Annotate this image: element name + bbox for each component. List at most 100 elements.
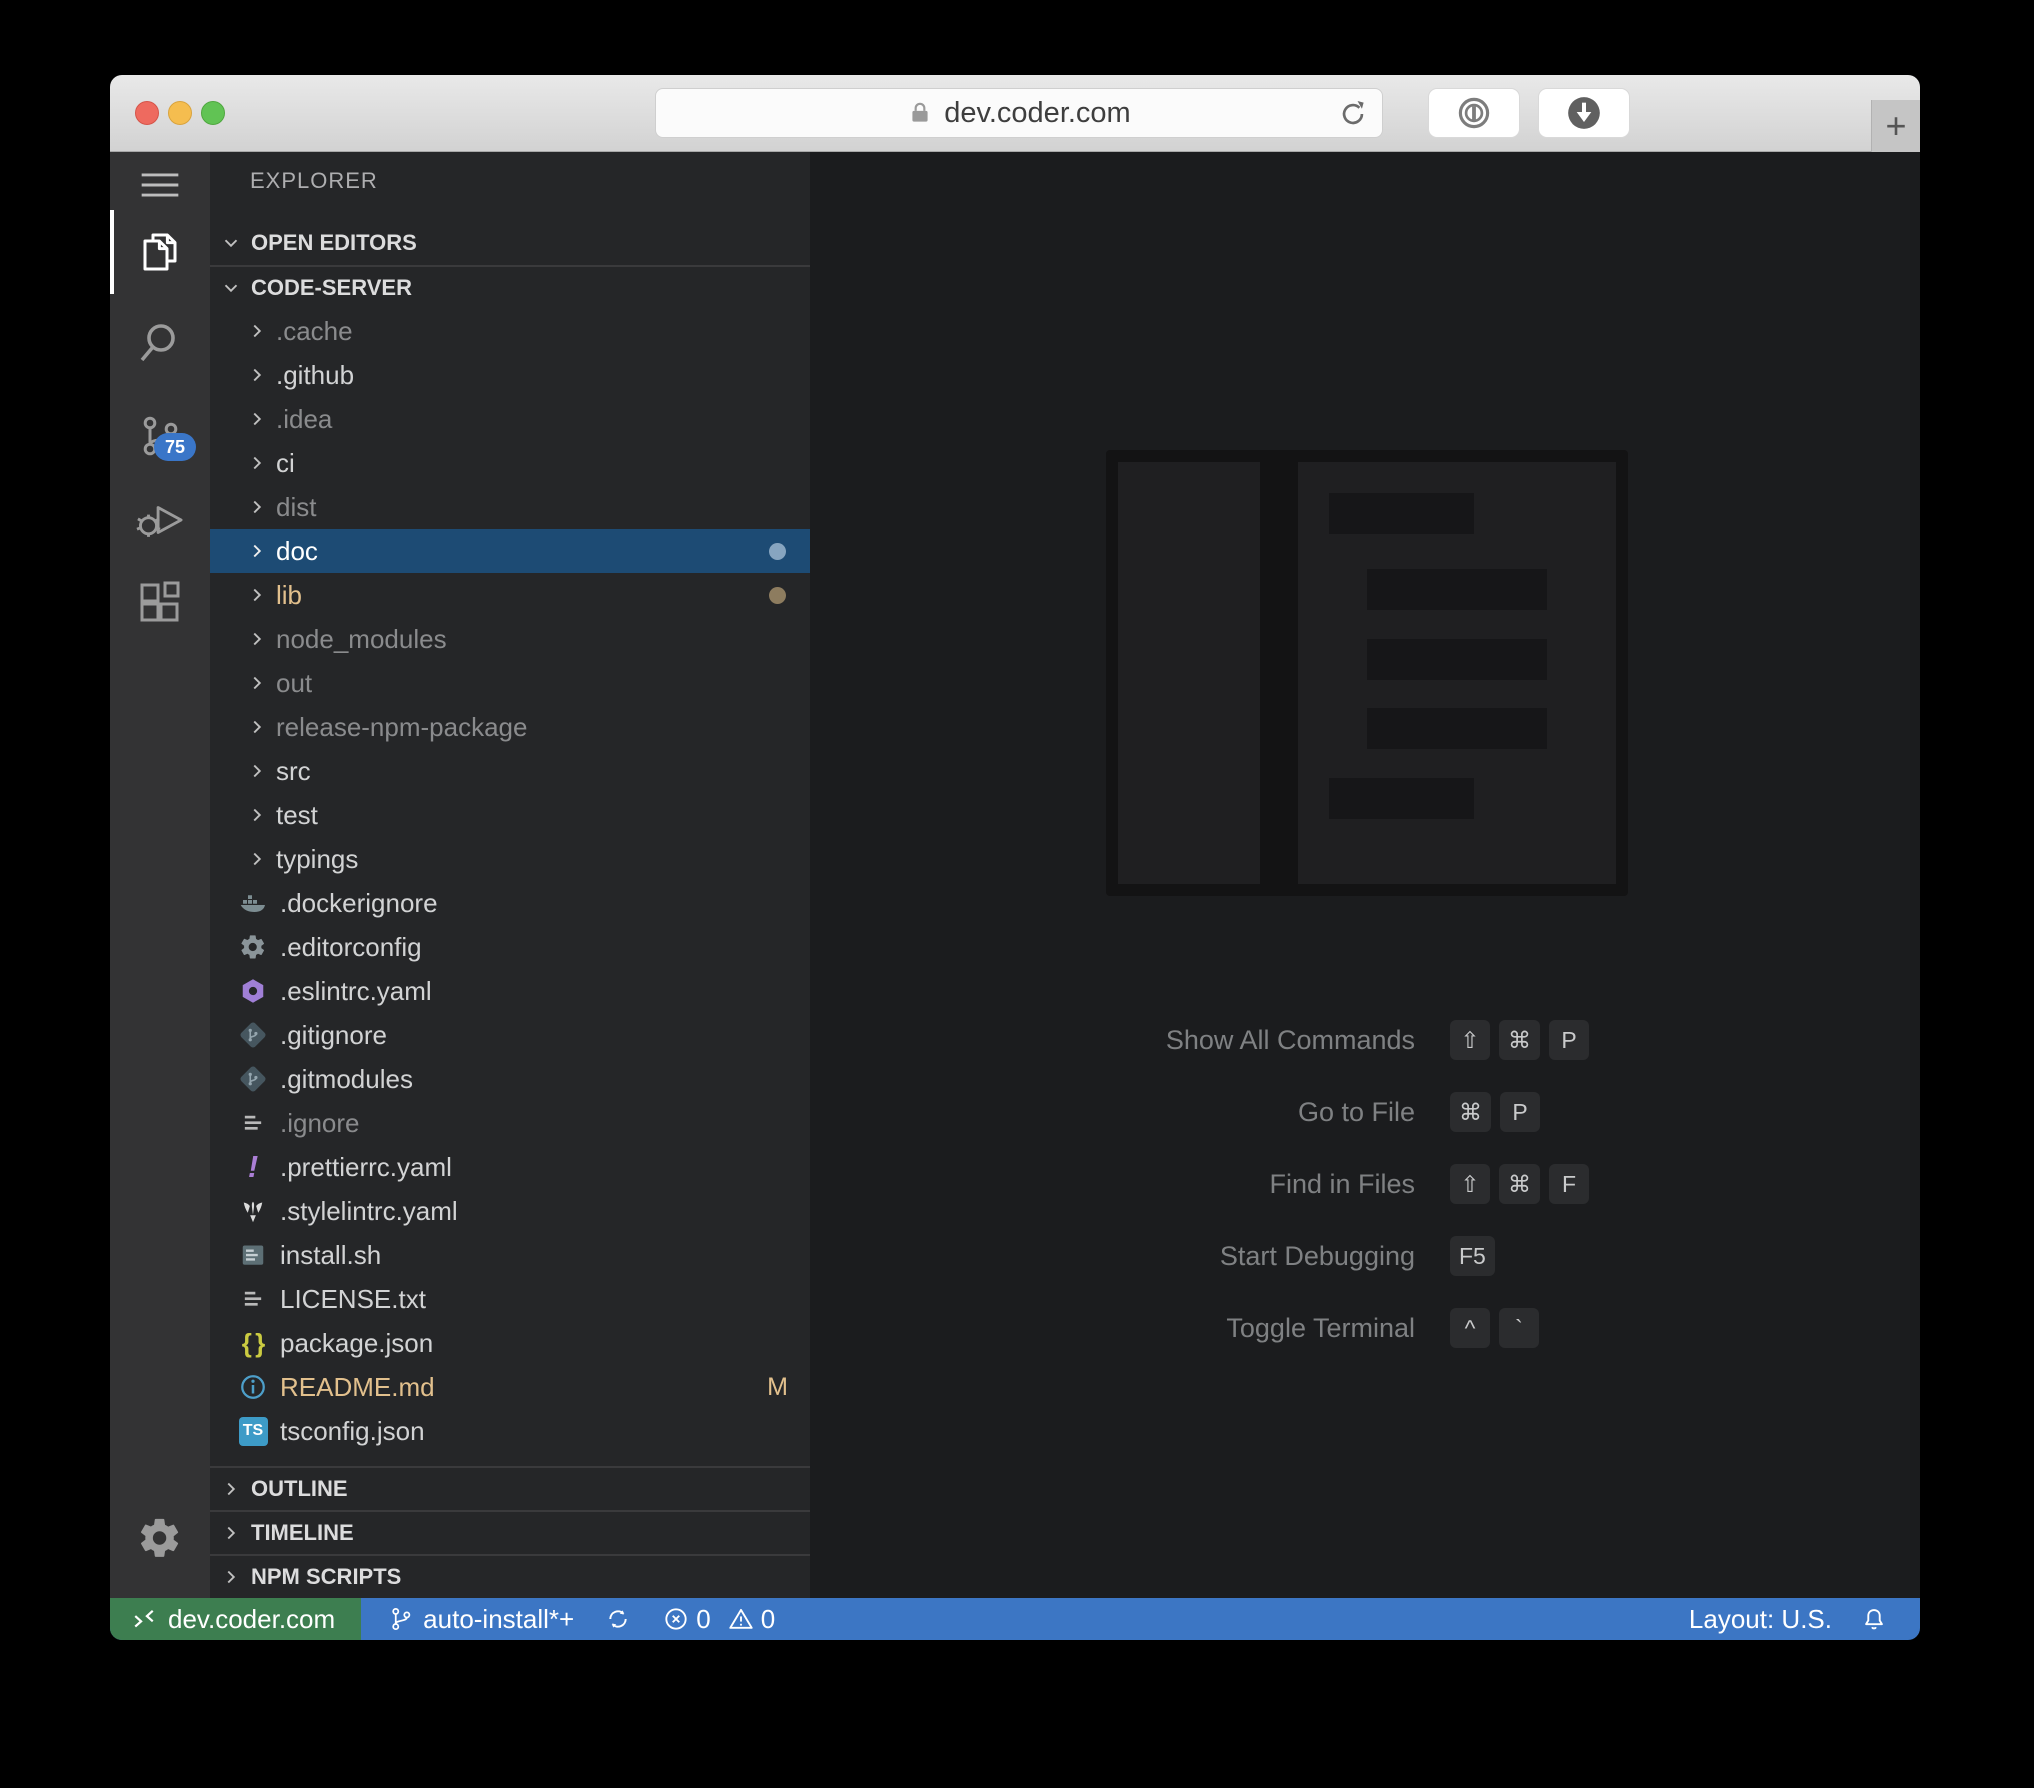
sync-button[interactable] (604, 1605, 632, 1633)
tree-item-test[interactable]: test (210, 793, 810, 837)
menu-button[interactable] (110, 158, 210, 212)
tree-item-.prettierrc.yaml[interactable]: ! .prettierrc.yaml (210, 1145, 810, 1189)
tree-item-label: tsconfig.json (280, 1415, 425, 1446)
warning-icon (727, 1605, 755, 1633)
section-outline[interactable]: OUTLINE (210, 1466, 810, 1510)
tree-item-label: .gitmodules (280, 1063, 413, 1094)
shortcut-keys: F5 (1450, 1236, 1495, 1276)
new-tab-button[interactable]: + (1871, 100, 1920, 152)
traffic-lights (135, 101, 225, 125)
downloads-button[interactable] (1538, 88, 1630, 138)
docker-icon (238, 888, 268, 918)
tree-item-src[interactable]: src (210, 749, 810, 793)
remote-host-label: dev.coder.com (168, 1603, 336, 1634)
tree-item-.gitmodules[interactable]: .gitmodules (210, 1057, 810, 1101)
chevron-right-icon (246, 540, 268, 562)
ts-icon: TS (238, 1416, 268, 1446)
error-icon (662, 1605, 690, 1633)
manage-button[interactable] (110, 1496, 210, 1580)
tree-item-.stylelintrc.yaml[interactable]: .stylelintrc.yaml (210, 1189, 810, 1233)
tree-item-LICENSE.txt[interactable]: LICENSE.txt (210, 1277, 810, 1321)
git-branch-item[interactable]: auto-install*+ (387, 1604, 574, 1635)
tree-item-lib[interactable]: lib (210, 573, 810, 617)
tree-item-node_modules[interactable]: node_modules (210, 617, 810, 661)
remote-icon (130, 1605, 158, 1633)
git-icon (238, 1020, 268, 1050)
tree-item-typings[interactable]: typings (210, 837, 810, 881)
tree-item-ci[interactable]: ci (210, 441, 810, 485)
chevron-right-icon (220, 1522, 242, 1544)
tree-item-dist[interactable]: dist (210, 485, 810, 529)
error-count: 0 (696, 1603, 711, 1634)
section-timeline[interactable]: TIMELINE (210, 1510, 810, 1554)
bell-icon[interactable] (1860, 1605, 1888, 1633)
remote-indicator[interactable]: dev.coder.com (110, 1598, 362, 1640)
tree-item-README.md[interactable]: README.md M (210, 1365, 810, 1409)
keycap: ^ (1450, 1308, 1490, 1348)
keycap: ⌘ (1499, 1020, 1540, 1060)
keycap: ⌘ (1499, 1164, 1540, 1204)
zoom-window-button[interactable] (201, 101, 225, 125)
activity-explorer[interactable] (110, 210, 210, 294)
section-open-editors[interactable]: OPEN EDITORS (210, 221, 810, 265)
tree-item-.ignore[interactable]: .ignore (210, 1101, 810, 1145)
tree-item-label: install.sh (280, 1239, 382, 1270)
tree-item-label: release-npm-package (276, 711, 528, 742)
chevron-right-icon (246, 672, 268, 694)
tree-item-.idea[interactable]: .idea (210, 397, 810, 441)
shortcut-keys: ^ ` (1450, 1308, 1539, 1348)
tree-item-label: .gitignore (280, 1019, 387, 1050)
chevron-right-icon (246, 320, 268, 342)
editor-area: Show All Commands ⇧ ⌘ P Go to File ⌘ P Find in … (810, 152, 1920, 1598)
chevron-right-icon (220, 1566, 242, 1588)
section-npm-scripts[interactable]: NPM SCRIPTS (210, 1554, 810, 1598)
activity-extensions[interactable] (110, 559, 210, 643)
section-workspace[interactable]: CODE-SERVER (210, 265, 810, 309)
section-label: OPEN EDITORS (251, 230, 417, 255)
git-status-dot (769, 542, 786, 560)
activity-search[interactable] (110, 301, 210, 385)
branch-label: auto-install*+ (423, 1603, 575, 1634)
address-bar[interactable]: dev.coder.com (655, 88, 1383, 138)
shortcut-row: Toggle Terminal ^ ` (810, 1308, 1920, 1348)
shortcut-row: Go to File ⌘ P (810, 1092, 1920, 1132)
tree-item-release-npm-package[interactable]: release-npm-package (210, 705, 810, 749)
activity-run-debug[interactable] (110, 478, 210, 562)
activity-bar: 75 (110, 152, 210, 1598)
shortcut-keys: ⇧ ⌘ F (1450, 1164, 1589, 1204)
tree-item-.editorconfig[interactable]: .editorconfig (210, 925, 810, 969)
tree-item-label: test (276, 799, 318, 830)
branch-icon (387, 1605, 415, 1633)
tree-item-label: node_modules (276, 623, 447, 654)
shortcut-row: Show All Commands ⇧ ⌘ P (810, 1020, 1920, 1060)
git-status-dot (769, 586, 786, 604)
keycap: ⇧ (1450, 1164, 1490, 1204)
tree-item-.gitignore[interactable]: .gitignore (210, 1013, 810, 1057)
password-manager-button[interactable] (1428, 88, 1520, 138)
tree-item-.cache[interactable]: .cache (210, 309, 810, 353)
shortcut-row: Find in Files ⇧ ⌘ F (810, 1164, 1920, 1204)
tree-item-label: lib (276, 579, 303, 610)
tree-item-tsconfig.json[interactable]: TS tsconfig.json (210, 1409, 810, 1453)
keycap: ` (1499, 1308, 1539, 1348)
keyboard-layout-item[interactable]: Layout: U.S. (1689, 1604, 1832, 1635)
warning-count: 0 (760, 1603, 776, 1634)
shortcut-label: Start Debugging (1219, 1240, 1415, 1271)
tree-item-.dockerignore[interactable]: .dockerignore (210, 881, 810, 925)
chevron-right-icon (246, 452, 268, 474)
minimize-window-button[interactable] (168, 101, 192, 125)
tree-item-doc[interactable]: doc (210, 529, 810, 573)
download-icon (1564, 93, 1604, 133)
problems-item[interactable]: 0 0 (662, 1604, 775, 1635)
tree-item-.eslintrc.yaml[interactable]: .eslintrc.yaml (210, 969, 810, 1013)
tree-item-package.json[interactable]: { } package.json (210, 1321, 810, 1365)
tree-item-label: .github (276, 359, 355, 390)
tree-item-.github[interactable]: .github (210, 353, 810, 397)
tree-item-out[interactable]: out (210, 661, 810, 705)
gear-icon (137, 1515, 183, 1561)
shortcut-keys: ⇧ ⌘ P (1450, 1020, 1589, 1060)
close-window-button[interactable] (135, 101, 159, 125)
tree-item-install.sh[interactable]: install.sh (210, 1233, 810, 1277)
chevron-down-icon (220, 232, 242, 254)
refresh-icon[interactable] (1336, 97, 1370, 131)
